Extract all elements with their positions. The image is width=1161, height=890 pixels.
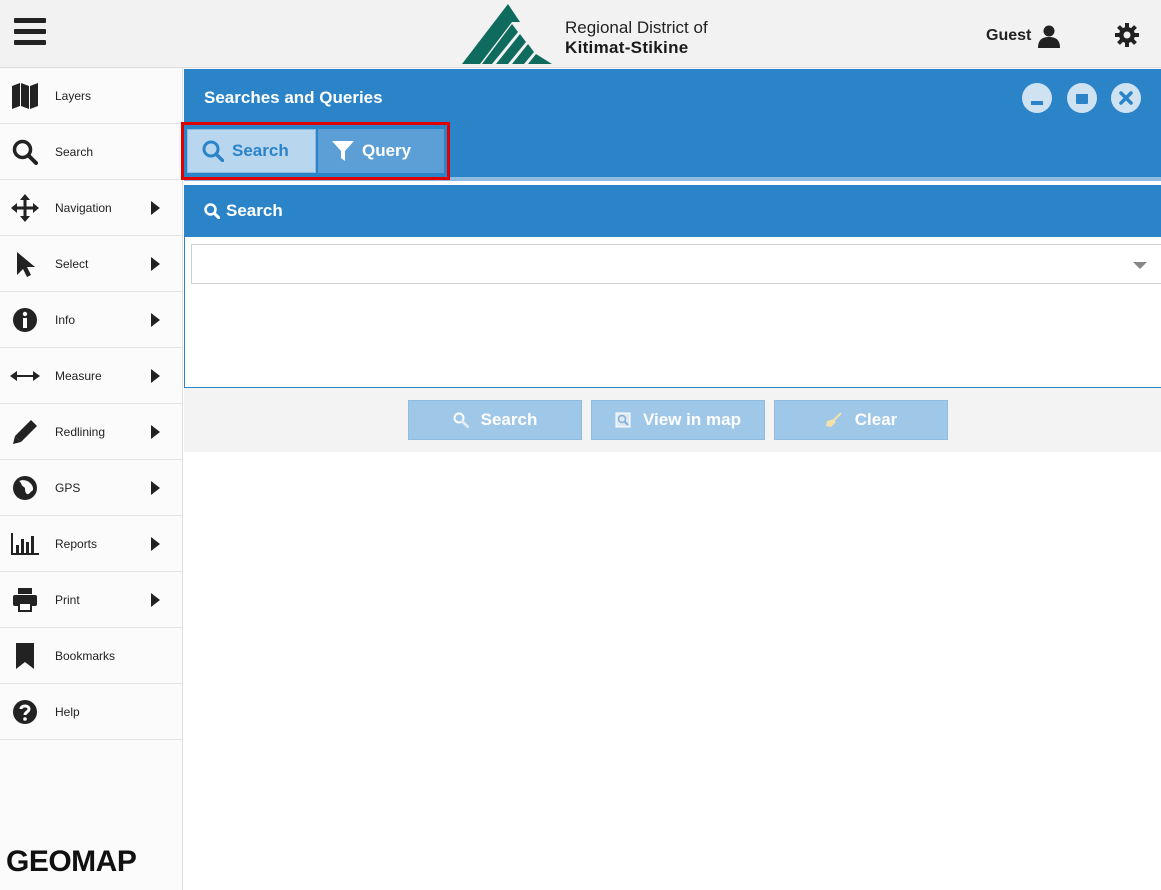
panel-title: Searches and Queries xyxy=(204,88,383,107)
close-button[interactable] xyxy=(1111,83,1141,113)
maximize-icon xyxy=(1076,94,1088,104)
info-icon xyxy=(10,305,40,335)
sidebar-item-label: GPS xyxy=(55,480,81,495)
geomap-brand: GEOMAP xyxy=(6,845,137,878)
globe-icon xyxy=(10,473,40,503)
sidebar-item-select[interactable]: Select xyxy=(0,236,182,292)
clear-button[interactable]: Clear xyxy=(774,400,948,440)
sidebar-item-redlining[interactable]: Redlining xyxy=(0,404,182,460)
search-section-header: Search xyxy=(184,185,1161,237)
org-logo: Regional District of Kitimat-Stikine xyxy=(460,4,740,64)
caret-right-icon xyxy=(151,257,160,271)
printer-icon xyxy=(10,585,40,615)
close-icon xyxy=(1119,91,1133,105)
sidebar-item-label: Navigation xyxy=(55,200,112,215)
gear-icon[interactable] xyxy=(1114,22,1140,48)
search-button-label: Search xyxy=(480,410,538,429)
user-menu[interactable]: Guest xyxy=(986,22,1061,50)
tab-query[interactable]: Query xyxy=(318,129,444,173)
search-icon xyxy=(202,140,224,162)
panel-tabs: Search Query xyxy=(184,125,1161,181)
view-in-map-button[interactable]: View in map xyxy=(591,400,765,440)
help-icon xyxy=(10,697,40,727)
move-arrows-icon xyxy=(10,193,40,223)
action-buttons: Search View in map Clear xyxy=(184,388,1161,452)
caret-right-icon xyxy=(151,593,160,607)
cursor-icon xyxy=(10,249,40,279)
user-name: Guest xyxy=(986,27,1032,44)
filter-icon xyxy=(332,140,354,162)
bar-chart-icon xyxy=(10,529,40,559)
minimize-button[interactable] xyxy=(1022,83,1052,113)
map-zoom-icon xyxy=(615,412,631,428)
search-content xyxy=(184,237,1161,388)
bookmark-icon xyxy=(10,641,40,671)
sidebar-item-help[interactable]: Help xyxy=(0,684,182,740)
caret-right-icon xyxy=(151,425,160,439)
tab-search[interactable]: Search xyxy=(187,129,316,173)
sidebar-item-label: Info xyxy=(55,312,76,327)
minimize-icon xyxy=(1031,101,1043,105)
sidebar-item-label: Select xyxy=(55,256,89,271)
panel-header: Searches and Queries xyxy=(184,69,1161,125)
hamburger-menu-icon[interactable] xyxy=(14,18,46,48)
search-icon xyxy=(204,203,221,224)
maximize-button[interactable] xyxy=(1067,83,1097,113)
magnifier-icon xyxy=(453,412,469,428)
sidebar-item-search[interactable]: Search xyxy=(0,124,182,180)
search-button[interactable]: Search xyxy=(408,400,582,440)
app-header: Regional District of Kitimat-Stikine Gue… xyxy=(0,0,1161,68)
search-combobox[interactable] xyxy=(191,244,1161,284)
sidebar-item-label: Redlining xyxy=(55,424,106,439)
measure-arrows-icon xyxy=(10,361,40,391)
sidebar-item-label: Help xyxy=(55,704,80,719)
section-title: Search xyxy=(226,201,283,220)
sidebar-item-reports[interactable]: Reports xyxy=(0,516,182,572)
caret-right-icon xyxy=(151,313,160,327)
sidebar-item-layers[interactable]: Layers xyxy=(0,68,182,124)
sidebar-item-measure[interactable]: Measure xyxy=(0,348,182,404)
caret-right-icon xyxy=(151,537,160,551)
sidebar-item-label: Layers xyxy=(55,88,92,103)
caret-right-icon xyxy=(151,369,160,383)
search-icon xyxy=(10,137,40,167)
pencil-icon xyxy=(10,417,40,447)
sidebar-item-label: Measure xyxy=(55,368,102,383)
broom-icon xyxy=(825,412,843,428)
clear-button-label: Clear xyxy=(854,410,898,429)
view-in-map-label: View in map xyxy=(643,410,741,429)
sidebar-item-label: Bookmarks xyxy=(55,648,116,663)
sidebar-item-label: Search xyxy=(55,144,94,159)
chevron-down-icon[interactable] xyxy=(1133,262,1147,269)
sidebar-item-gps[interactable]: GPS xyxy=(0,460,182,516)
caret-right-icon xyxy=(151,201,160,215)
sidebar-item-print[interactable]: Print xyxy=(0,572,182,628)
sidebar-item-info[interactable]: Info xyxy=(0,292,182,348)
sidebar-item-navigation[interactable]: Navigation xyxy=(0,180,182,236)
tab-label: Query xyxy=(362,141,412,160)
org-name-line2: Kitimat-Stikine xyxy=(565,38,689,57)
sidebar-item-label: Print xyxy=(55,592,80,607)
sidebar: Layers Search Navigation Select Info Mea… xyxy=(0,68,183,890)
mountain-logo-icon xyxy=(462,4,552,64)
sidebar-item-bookmarks[interactable]: Bookmarks xyxy=(0,628,182,684)
map-icon xyxy=(10,81,40,111)
user-icon xyxy=(1038,25,1061,48)
org-name-line1: Regional District of xyxy=(565,18,708,37)
tab-label: Search xyxy=(232,141,289,160)
sidebar-item-label: Reports xyxy=(55,536,98,551)
caret-right-icon xyxy=(151,481,160,495)
